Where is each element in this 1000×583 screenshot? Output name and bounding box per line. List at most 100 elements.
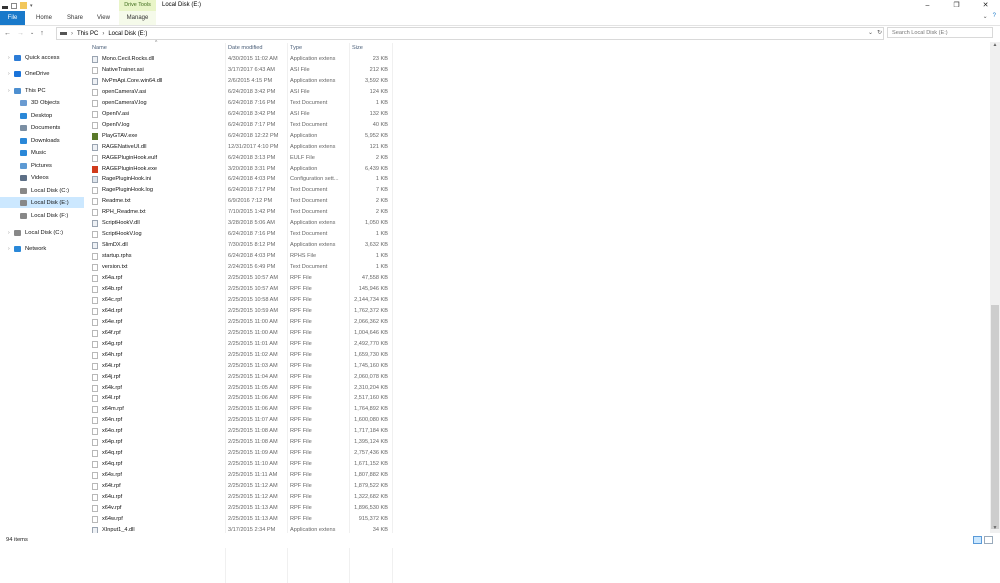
details-view-icon[interactable]: [973, 536, 982, 544]
file-type: EULF File: [290, 154, 315, 161]
file-name: startup.rphs: [102, 253, 132, 260]
sidebar-item[interactable]: Downloads: [0, 135, 84, 146]
file-row[interactable]: x64j.rpf 2/25/2015 11:04 AM RPF File 2,060,…: [88, 372, 408, 383]
column-header-size[interactable]: Size: [352, 45, 363, 51]
sidebar-item[interactable]: › Network: [0, 243, 84, 254]
file-row[interactable]: RAGEPluginHook.eulf 6/24/2018 3:13 PM EULF…: [88, 153, 408, 164]
forward-arrow-icon[interactable]: →: [17, 30, 24, 37]
sidebar-item[interactable]: Local Disk (F:): [0, 210, 84, 221]
sidebar-item[interactable]: › OneDrive: [0, 68, 84, 79]
file-row[interactable]: x64f.rpf 2/25/2015 11:00 AM RPF File 1,004,…: [88, 328, 408, 339]
sidebar-item[interactable]: Local Disk (E:): [0, 197, 84, 208]
sidebar-item[interactable]: Pictures: [0, 160, 84, 171]
expand-ribbon-chevron-icon[interactable]: ⌄: [983, 13, 988, 20]
file-row[interactable]: startup.rphs 6/24/2018 4:03 PM RPHS File 1 …: [88, 251, 408, 262]
file-icon: [92, 472, 98, 480]
file-row[interactable]: NativeTrainer.asi 3/17/2017 6:43 AM ASI Fi…: [88, 65, 408, 76]
tab-manage[interactable]: Manage: [119, 11, 156, 25]
file-date: 2/25/2015 11:05 AM: [228, 384, 278, 391]
file-row[interactable]: x64a.rpf 2/25/2015 10:57 AM RPF File 47,558…: [88, 273, 408, 284]
recent-locations-chevron-icon[interactable]: ⌄: [30, 30, 34, 36]
minimize-button[interactable]: –: [913, 0, 942, 11]
file-row[interactable]: RagePluginHook.log 6/24/2018 7:17 PM Text …: [88, 185, 408, 196]
file-row[interactable]: x64k.rpf 2/25/2015 11:05 AM RPF File 2,310,…: [88, 383, 408, 394]
sidebar-item[interactable]: Local Disk (C:): [0, 185, 84, 196]
file-row[interactable]: RAGENativeUI.dll 12/31/2017 4:10 PM Applic…: [88, 142, 408, 153]
file-row[interactable]: x64l.rpf 2/25/2015 11:06 AM RPF File 2,517,…: [88, 393, 408, 404]
file-row[interactable]: x64h.rpf 2/25/2015 11:02 AM RPF File 1,659,…: [88, 350, 408, 361]
vertical-scrollbar-thumb[interactable]: [991, 305, 999, 529]
file-row[interactable]: x64i.rpf 2/25/2015 11:03 AM RPF File 1,745,…: [88, 361, 408, 372]
file-row[interactable]: RPH_Readme.txt 7/10/2015 1:42 PM Text Docu…: [88, 207, 408, 218]
column-header-date[interactable]: Date modified: [228, 45, 263, 51]
file-row[interactable]: version.txt 2/24/2015 6:49 PM Text Documen…: [88, 262, 408, 273]
file-row[interactable]: ScriptHookV.log 6/24/2018 7:16 PM Text Doc…: [88, 229, 408, 240]
file-row[interactable]: x64c.rpf 2/25/2015 10:58 AM RPF File 2,144,…: [88, 295, 408, 306]
file-row[interactable]: SlimDX.dll 7/30/2015 8:12 PM Application e…: [88, 240, 408, 251]
properties-icon[interactable]: [11, 2, 17, 9]
maximize-button[interactable]: ❐: [942, 0, 971, 11]
file-row[interactable]: x64p.rpf 2/25/2015 11:08 AM RPF File 1,395,…: [88, 437, 408, 448]
file-row[interactable]: RAGEPluginHook.exe 3/20/2018 3:31 PM Appli…: [88, 164, 408, 175]
tab-file[interactable]: File: [0, 11, 25, 25]
file-row[interactable]: x64s.rpf 2/25/2015 11:11 AM RPF File 1,807,…: [88, 470, 408, 481]
scroll-up-arrow-icon[interactable]: ▲: [990, 42, 1000, 50]
sidebar-item[interactable]: Music: [0, 147, 84, 158]
item-count: 94 items: [6, 537, 28, 543]
help-icon[interactable]: ?: [993, 13, 996, 20]
column-header-type[interactable]: Type: [290, 45, 302, 51]
file-row[interactable]: x64w.rpf 2/25/2015 11:13 AM RPF File 915,37…: [88, 514, 408, 525]
file-row[interactable]: RagePluginHook.ini 6/24/2018 4:03 PM Confi…: [88, 174, 408, 185]
file-row[interactable]: x64e.rpf 2/25/2015 11:00 AM RPF File 2,066,…: [88, 317, 408, 328]
file-row[interactable]: x64g.rpf 2/25/2015 11:01 AM RPF File 2,492,…: [88, 339, 408, 350]
file-row[interactable]: x64b.rpf 2/25/2015 10:57 AM RPF File 145,94…: [88, 284, 408, 295]
file-name: version.txt: [102, 264, 128, 271]
file-row[interactable]: openCameraV.log 6/24/2018 7:16 PM Text Doc…: [88, 98, 408, 109]
breadcrumb-local-disk-e[interactable]: Local Disk (E:): [108, 31, 147, 37]
large-icons-view-icon[interactable]: [984, 536, 993, 544]
file-row[interactable]: x64t.rpf 2/25/2015 11:12 AM RPF File 1,879,…: [88, 481, 408, 492]
sidebar-item[interactable]: › This PC: [0, 85, 84, 96]
address-bar[interactable]: › This PC › Local Disk (E:) ⌄ ↻: [56, 27, 884, 40]
file-row[interactable]: NvPmApi.Core.win64.dll 2/6/2015 4:15 PM Ap…: [88, 76, 408, 87]
address-dropdown-chevron-icon[interactable]: ⌄: [868, 28, 873, 39]
tab-view[interactable]: View: [97, 11, 110, 25]
cloud-icon: [14, 70, 21, 77]
sidebar-item-label: Quick access: [25, 54, 60, 61]
file-row[interactable]: Readme.txt 6/9/2016 7:12 PM Text Document 2…: [88, 196, 408, 207]
new-folder-icon[interactable]: [20, 2, 27, 9]
up-arrow-icon[interactable]: ↑: [40, 30, 44, 37]
close-button[interactable]: ✕: [971, 0, 1000, 11]
file-size: 3,592 KB: [364, 77, 388, 84]
sidebar-item[interactable]: Videos: [0, 172, 84, 183]
refresh-icon[interactable]: ↻: [877, 28, 882, 39]
file-type: RPF File: [290, 406, 312, 413]
file-row[interactable]: ScriptHookV.dll 3/28/2018 5:06 AM Applicat…: [88, 218, 408, 229]
file-row[interactable]: Mono.Cecil.Rocks.dll 4/30/2015 11:02 AM Ap…: [88, 54, 408, 65]
file-row[interactable]: x64d.rpf 2/25/2015 10:59 AM RPF File 1,762,…: [88, 306, 408, 317]
sidebar-item[interactable]: › Local Disk (C:): [0, 227, 84, 238]
file-row[interactable]: OpenIV.log 6/24/2018 7:17 PM Text Document…: [88, 120, 408, 131]
file-row[interactable]: x64n.rpf 2/25/2015 11:07 AM RPF File 1,600,…: [88, 415, 408, 426]
sidebar-item[interactable]: Documents: [0, 122, 84, 133]
file-row[interactable]: x64m.rpf 2/25/2015 11:06 AM RPF File 1,764,…: [88, 404, 408, 415]
sidebar-item[interactable]: 3D Objects: [0, 97, 84, 108]
file-row[interactable]: x64v.rpf 2/25/2015 11:13 AM RPF File 1,896,…: [88, 503, 408, 514]
file-row[interactable]: x64q.rpf 2/25/2015 11:09 AM RPF File 2,757,…: [88, 448, 408, 459]
scroll-down-arrow-icon[interactable]: ▼: [990, 525, 1000, 533]
column-header-name[interactable]: Name: [92, 45, 107, 51]
search-input[interactable]: Search Local Disk (E:): [887, 27, 993, 38]
file-row[interactable]: x64q.rpf 2/25/2015 11:10 AM RPF File 1,671,…: [88, 459, 408, 470]
file-row[interactable]: OpenIV.asi 6/24/2018 3:42 PM ASI File 132 K…: [88, 109, 408, 120]
sidebar-item[interactable]: › Quick access: [0, 52, 84, 63]
sidebar-item[interactable]: Desktop: [0, 110, 84, 121]
breadcrumb-this-pc[interactable]: This PC: [77, 31, 98, 37]
back-arrow-icon[interactable]: ←: [4, 30, 11, 37]
file-row[interactable]: openCameraV.asi 6/24/2018 3:42 PM ASI File…: [88, 87, 408, 98]
file-row[interactable]: x64o.rpf 2/25/2015 11:08 AM RPF File 1,717,…: [88, 426, 408, 437]
file-row[interactable]: PlayGTAV.exe 6/24/2018 12:22 PM Applicatio…: [88, 131, 408, 142]
tab-share[interactable]: Share: [67, 11, 83, 25]
file-row[interactable]: x64u.rpf 2/25/2015 11:12 AM RPF File 1,322,…: [88, 492, 408, 503]
tab-home[interactable]: Home: [36, 11, 52, 25]
customize-toolbar-chevron-icon[interactable]: ▾: [30, 3, 33, 9]
